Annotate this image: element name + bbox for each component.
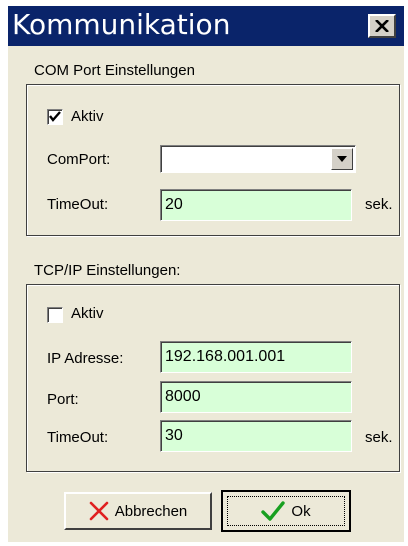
- com-aktiv-checkbox[interactable]: [47, 109, 63, 125]
- tcp-group-title: TCP/IP Einstellungen:: [34, 262, 181, 279]
- tcp-timeout-label: TimeOut:: [47, 429, 109, 446]
- tcp-timeout-unit: sek.: [365, 429, 393, 446]
- com-group-title: COM Port Einstellungen: [34, 62, 195, 79]
- com-aktiv-label: Aktiv: [71, 108, 104, 125]
- red-x-icon: [89, 501, 109, 521]
- port-label: Port:: [47, 391, 79, 408]
- checkmark-icon: [49, 111, 61, 122]
- ip-address-label: IP Adresse:: [47, 350, 124, 367]
- close-button[interactable]: [368, 14, 396, 38]
- tcp-aktiv-checkbox[interactable]: [47, 307, 63, 323]
- tcp-group-box: Aktiv IP Adresse: 192.168.001.001 Port: …: [26, 284, 400, 472]
- title-bar[interactable]: Kommunikation: [8, 6, 404, 46]
- ok-button[interactable]: Ok: [221, 490, 351, 532]
- port-input[interactable]: 8000: [160, 381, 352, 413]
- ip-address-input[interactable]: 192.168.001.001: [160, 341, 352, 373]
- com-group-box: Aktiv ComPort: TimeOut: 20 sek.: [26, 84, 400, 236]
- com-timeout-input[interactable]: 20: [160, 189, 352, 221]
- comport-select[interactable]: [160, 145, 356, 173]
- cancel-button-label: Abbrechen: [114, 502, 188, 520]
- comport-label: ComPort:: [47, 151, 111, 168]
- window-title: Kommunikation: [12, 8, 231, 41]
- close-icon: [375, 20, 389, 32]
- comport-dropdown-button[interactable]: [331, 148, 353, 170]
- dialog-window: Kommunikation COM Port Einstellungen Akt…: [8, 6, 404, 542]
- ok-focus-rect: [227, 496, 345, 526]
- chevron-down-icon: [337, 156, 347, 162]
- tcp-timeout-input[interactable]: 30: [160, 420, 352, 452]
- tcp-aktiv-label: Aktiv: [71, 305, 104, 322]
- cancel-button[interactable]: Abbrechen: [64, 492, 212, 530]
- com-timeout-unit: sek.: [365, 196, 393, 213]
- com-timeout-label: TimeOut:: [47, 196, 109, 213]
